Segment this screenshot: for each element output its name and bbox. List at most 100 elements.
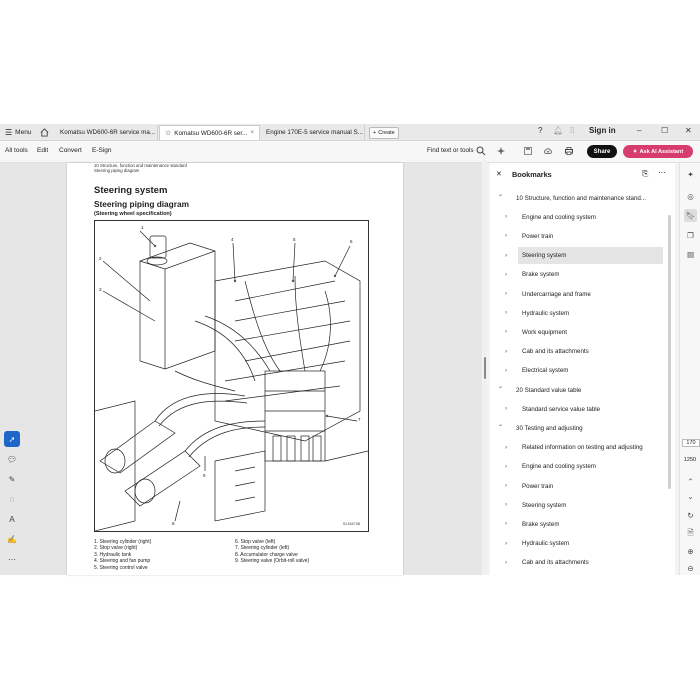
maximize-icon[interactable]: ☐: [661, 126, 668, 135]
chevron-right-icon[interactable]: ›: [505, 349, 507, 355]
minimize-icon[interactable]: –: [637, 126, 641, 135]
sparkle-icon[interactable]: [496, 146, 506, 156]
close-window-icon[interactable]: ✕: [685, 126, 692, 135]
apps-grid-icon[interactable]: ⁞⁞: [570, 126, 574, 135]
current-page-field[interactable]: 170: [682, 439, 700, 447]
edit-menu[interactable]: Edit: [37, 147, 48, 154]
share-button[interactable]: Share: [587, 145, 617, 158]
chevron-right-icon[interactable]: ›: [505, 329, 507, 335]
zoom-out-icon[interactable]: ⊖: [684, 562, 697, 575]
bookmark-item[interactable]: › Steering system: [490, 247, 675, 265]
bookmark-item[interactable]: › Engine and cooling system: [490, 458, 675, 476]
home-icon: [40, 127, 49, 137]
search-icon[interactable]: [476, 146, 486, 156]
pages-panel-icon[interactable]: ❐: [684, 229, 697, 242]
chevron-right-icon[interactable]: ›: [505, 310, 507, 316]
chevron-down-icon[interactable]: ⌄: [498, 191, 503, 198]
text-box-icon[interactable]: Ａ: [4, 511, 20, 527]
ai-panel-icon[interactable]: ✦: [684, 168, 697, 181]
menu-label: Menu: [15, 128, 32, 136]
chevron-right-icon[interactable]: ›: [505, 464, 507, 470]
all-tools-menu[interactable]: All tools: [5, 147, 28, 154]
ai-assistant-button[interactable]: ✦ Ask AI Assistant: [623, 145, 693, 158]
more-options-icon[interactable]: ⋯: [658, 168, 666, 177]
pdf-page: 10 Structure, function and maintenance s…: [67, 163, 403, 575]
help-icon[interactable]: ?: [538, 126, 542, 135]
bookmark-item[interactable]: ⌄ 20 Standard value table: [490, 381, 675, 399]
chevron-right-icon[interactable]: ›: [505, 502, 507, 508]
comments-panel-icon[interactable]: ◎: [684, 190, 697, 203]
stamp-icon[interactable]: ✍: [4, 531, 20, 547]
document-info-icon[interactable]: 🗎︎: [684, 527, 697, 540]
bookmark-item[interactable]: › Hydraulic system: [490, 535, 675, 553]
bookmark-item[interactable]: › Undercarriage and frame: [490, 285, 675, 303]
bookmark-label: Steering system: [518, 247, 663, 265]
chevron-right-icon[interactable]: ›: [505, 560, 507, 566]
new-tab-button[interactable]: + Create: [369, 127, 399, 139]
bookmark-item[interactable]: ⌄ 30 Testing and adjusting: [490, 419, 675, 437]
chevron-right-icon[interactable]: ›: [505, 541, 507, 547]
chevron-right-icon[interactable]: ›: [505, 483, 507, 489]
save-icon[interactable]: [523, 146, 533, 156]
bookmark-item[interactable]: › Electrical system: [490, 362, 675, 380]
attachments-icon[interactable]: ▤: [684, 248, 697, 261]
menu-button[interactable]: ☰ Menu: [5, 124, 31, 140]
bookmarks-scrollbar[interactable]: [668, 215, 671, 489]
bookmark-item[interactable]: › Related information on testing and adju…: [490, 439, 675, 457]
bookmark-item[interactable]: › Brake system: [490, 515, 675, 533]
chevron-down-icon[interactable]: ⌄: [498, 421, 503, 428]
tab-2[interactable]: ☆ Komatsu WD600-6R ser... ×: [159, 125, 260, 140]
next-page-icon[interactable]: ⌄: [684, 490, 697, 503]
chevron-down-icon[interactable]: ⌄: [498, 383, 503, 390]
bookmark-item[interactable]: › Cab and its attachments: [490, 554, 675, 572]
document-viewer[interactable]: 10 Structure, function and maintenance s…: [0, 163, 482, 575]
bookmark-options-icon[interactable]: ⎘: [642, 169, 648, 179]
pen-icon[interactable]: ✎: [4, 471, 20, 487]
lasso-icon[interactable]: ◌: [4, 491, 20, 507]
plus-icon: +: [373, 130, 377, 136]
chevron-right-icon[interactable]: ›: [505, 368, 507, 374]
bookmark-item[interactable]: › Power train: [490, 477, 675, 495]
prev-page-icon[interactable]: ⌃: [684, 475, 697, 488]
bookmark-item[interactable]: › Standard service value table: [490, 400, 675, 418]
bookmarks-panel-icon[interactable]: 🔖︎: [684, 209, 697, 222]
more-tools-icon[interactable]: ⋯: [4, 551, 20, 567]
chevron-right-icon[interactable]: ›: [505, 233, 507, 239]
convert-menu[interactable]: Convert: [59, 147, 82, 154]
document-scrollbar-thumb[interactable]: [484, 357, 486, 379]
chevron-right-icon[interactable]: ›: [505, 253, 507, 259]
chevron-right-icon[interactable]: ›: [505, 445, 507, 451]
bookmark-item[interactable]: › Brake system: [490, 266, 675, 284]
tab-1[interactable]: Komatsu WD600-6R service ma...: [55, 125, 158, 140]
right-rail: ✦ ◎ 🔖︎ ❐ ▤ 170 1250 ⌃ ⌄ ↻ 🗎︎ ⊕ ⊖: [679, 163, 700, 575]
zoom-in-icon[interactable]: ⊕: [684, 545, 697, 558]
chevron-right-icon[interactable]: ›: [505, 291, 507, 297]
bookmark-item[interactable]: › Power train: [490, 227, 675, 245]
bookmark-item[interactable]: › Engine and cooling system: [490, 208, 675, 226]
bookmark-item[interactable]: › Hydraulic system: [490, 304, 675, 322]
bookmark-item[interactable]: › Cab and its attachments: [490, 343, 675, 361]
close-panel-icon[interactable]: ✕: [496, 170, 502, 178]
bookmark-item[interactable]: › Work equipment: [490, 323, 675, 341]
select-cursor-icon[interactable]: ➚: [4, 431, 20, 447]
page-title: Steering system: [94, 185, 168, 196]
machine-drawing: [95, 230, 368, 531]
callout-1: 1: [141, 225, 144, 230]
tab-3[interactable]: Engine 170E-5 service manual S...: [261, 125, 365, 140]
sign-in-button[interactable]: Sign in: [589, 126, 616, 135]
comment-icon[interactable]: 💬︎: [4, 451, 20, 467]
chevron-right-icon[interactable]: ›: [505, 406, 507, 412]
find-text-button[interactable]: Find text or tools: [427, 147, 474, 154]
chevron-right-icon[interactable]: ›: [505, 214, 507, 220]
cloud-upload-icon[interactable]: [543, 146, 553, 156]
close-tab-icon[interactable]: ×: [250, 130, 254, 136]
notifications-icon[interactable]: 🔔︎: [553, 126, 563, 135]
bookmark-item[interactable]: ⌄ 10 Structure, function and maintenance …: [490, 189, 675, 207]
chevron-right-icon[interactable]: ›: [505, 521, 507, 527]
print-icon[interactable]: [564, 146, 574, 156]
rotate-icon[interactable]: ↻: [684, 509, 697, 522]
bookmark-item[interactable]: › Steering system: [490, 496, 675, 514]
home-button[interactable]: [40, 124, 49, 140]
esign-menu[interactable]: E-Sign: [92, 147, 112, 154]
chevron-right-icon[interactable]: ›: [505, 272, 507, 278]
